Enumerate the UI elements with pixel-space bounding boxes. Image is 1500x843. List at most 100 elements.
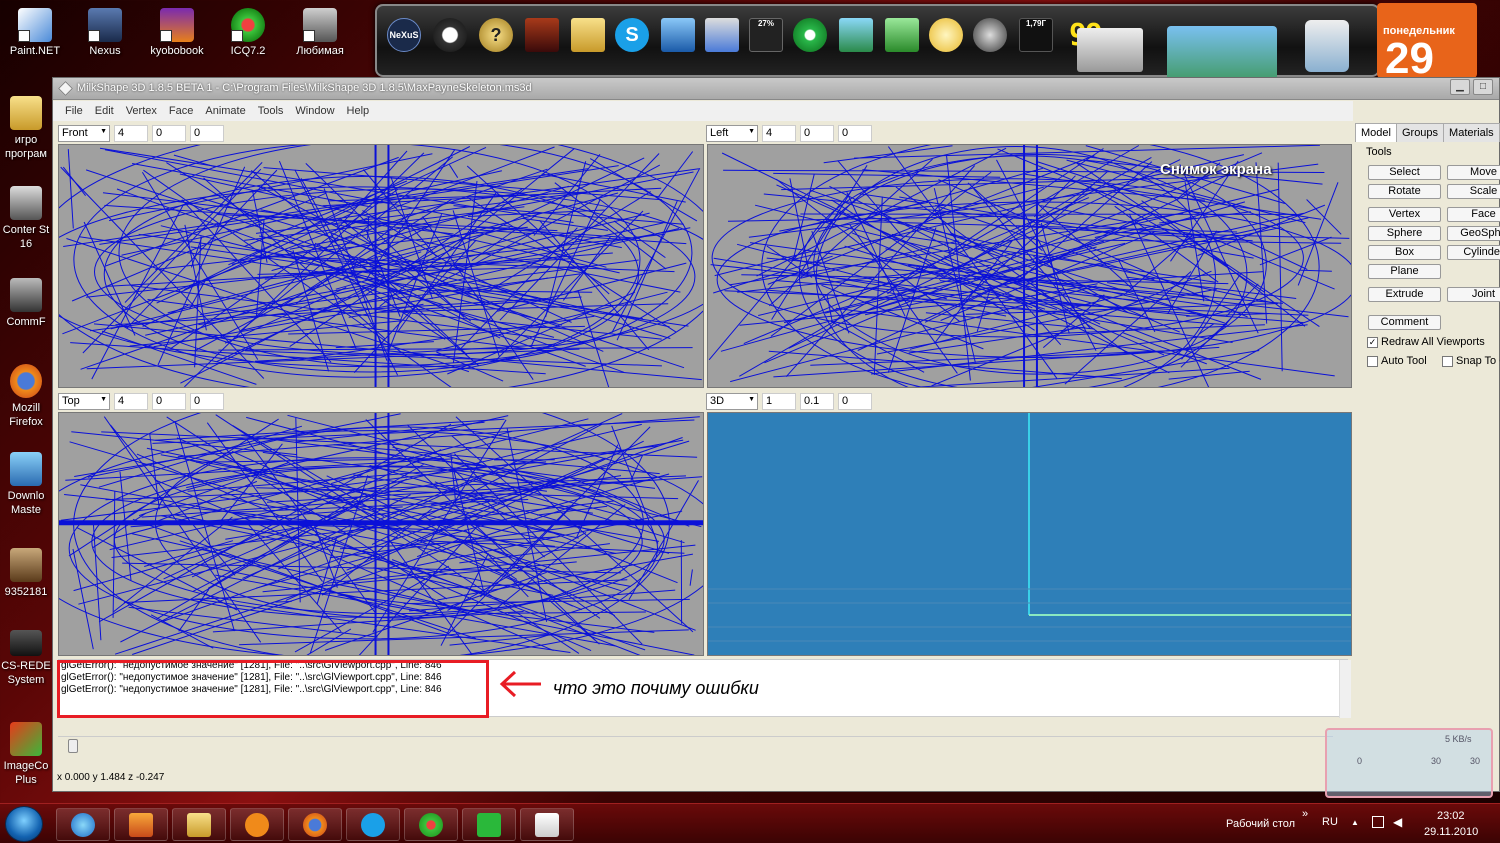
taskbar-ie[interactable] — [56, 808, 110, 841]
taskbar-mail-agent[interactable] — [230, 808, 284, 841]
front-field-2[interactable]: 0 — [152, 124, 186, 142]
menu-face[interactable]: Face — [163, 101, 199, 121]
redraw-all-checkbox[interactable]: ✓ Redraw All Viewports — [1367, 336, 1485, 348]
menu-tools[interactable]: Tools — [252, 101, 290, 121]
download-widget[interactable]: 5 KB/s 0 30 30 — [1325, 728, 1493, 798]
desktop-icon-photo[interactable]: Любимая — [285, 8, 355, 58]
clock-time[interactable]: 23:02 — [1437, 810, 1465, 822]
taskbar-explorer[interactable] — [172, 808, 226, 841]
desktop-icon-commf[interactable]: CommF — [0, 278, 52, 329]
taskbar-icq[interactable] — [404, 808, 458, 841]
3d-field-2[interactable]: 0.1 — [800, 392, 834, 410]
menu-window[interactable]: Window — [289, 101, 340, 121]
network-tray-icon[interactable] — [1372, 816, 1384, 828]
left-field-2[interactable]: 0 — [800, 124, 834, 142]
top-viewport[interactable] — [58, 412, 704, 656]
menu-file[interactable]: File — [59, 101, 89, 121]
timeline-slider-thumb[interactable] — [68, 739, 78, 753]
left-field-3[interactable]: 0 — [838, 124, 872, 142]
money-icon[interactable] — [885, 18, 919, 52]
taskbar-utorrent[interactable] — [462, 808, 516, 841]
top-field-3[interactable]: 0 — [190, 392, 224, 410]
comment-button[interactable]: Comment — [1368, 315, 1441, 330]
top-view-select[interactable]: Top — [58, 392, 110, 410]
3d-field-1[interactable]: 1 — [762, 392, 796, 410]
tab-materials[interactable]: Materials — [1443, 123, 1500, 142]
left-field-1[interactable]: 4 — [762, 124, 796, 142]
toolbar-more-chevron[interactable]: » — [1302, 808, 1308, 820]
minimize-button[interactable]: ▁ — [1450, 79, 1470, 95]
snap-to-grid-checkbox[interactable]: Snap To G — [1442, 355, 1500, 367]
menu-help[interactable]: Help — [341, 101, 376, 121]
front-view-select[interactable]: Front — [58, 124, 110, 142]
3d-view-select[interactable]: 3D — [706, 392, 758, 410]
desktop-icon-imagecomposer[interactable]: ImageCo Plus — [0, 722, 52, 787]
3d-field-3[interactable]: 0 — [838, 392, 872, 410]
log-scrollbar[interactable] — [1339, 660, 1351, 718]
3d-viewport[interactable] — [707, 412, 1352, 656]
ccleaner-icon[interactable] — [793, 18, 827, 52]
clock-date[interactable]: 29.11.2010 — [1424, 826, 1478, 838]
folder-dock-icon[interactable] — [571, 18, 605, 52]
front-field-3[interactable]: 0 — [190, 124, 224, 142]
title-bar[interactable]: MilkShape 3D 1.8.5 BETA 1 - C:\Program F… — [53, 78, 1499, 100]
network-icon[interactable] — [705, 18, 739, 52]
joint-button[interactable]: Joint — [1447, 287, 1500, 302]
nexus-dock-icon[interactable]: NeXuS — [387, 18, 421, 52]
desktop-icon-download-master[interactable]: Downlo Maste — [0, 452, 52, 517]
menu-vertex[interactable]: Vertex — [120, 101, 163, 121]
tab-model[interactable]: Model — [1355, 123, 1397, 142]
left-view-select[interactable]: Left — [706, 124, 758, 142]
desktop-toolbar-label[interactable]: Рабочий стол — [1226, 818, 1295, 830]
desktop-icon-cs-redem[interactable]: CS-REDE System — [0, 630, 52, 687]
menu-animate[interactable]: Animate — [199, 101, 251, 121]
volume-tray-icon[interactable]: ◀ — [1393, 815, 1402, 829]
front-field-1[interactable]: 4 — [114, 124, 148, 142]
top-field-2[interactable]: 0 — [152, 392, 186, 410]
extrude-button[interactable]: Extrude — [1368, 287, 1441, 302]
rotate-button[interactable]: Rotate — [1368, 184, 1441, 199]
geosphere-button[interactable]: GeoSphe — [1447, 226, 1500, 241]
plane-button[interactable]: Plane — [1368, 264, 1441, 279]
animation-timeline[interactable] — [58, 736, 1333, 758]
language-indicator[interactable]: RU — [1322, 816, 1338, 828]
monitor-icon[interactable] — [661, 18, 695, 52]
clock-icon[interactable] — [433, 18, 467, 52]
top-field-1[interactable]: 4 — [114, 392, 148, 410]
start-button[interactable] — [5, 806, 43, 842]
desktop-icon-kyobobook[interactable]: kyobobook — [142, 8, 212, 58]
help-icon[interactable]: ? — [479, 18, 513, 52]
menu-edit[interactable]: Edit — [89, 101, 120, 121]
taskbar-media-player[interactable] — [114, 808, 168, 841]
cylinder-button[interactable]: Cylinder — [1447, 245, 1500, 260]
globe-icon[interactable] — [973, 18, 1007, 52]
maximize-button[interactable]: □ — [1473, 79, 1493, 95]
move-button[interactable]: Move — [1447, 165, 1500, 180]
desktop-icon-counter-strike[interactable]: Conter St 16 — [0, 186, 52, 251]
desktop-icon-games[interactable]: игро програм — [0, 96, 52, 161]
front-viewport[interactable] — [58, 144, 704, 388]
select-button[interactable]: Select — [1368, 165, 1441, 180]
left-viewport[interactable]: Снимок экрана — [707, 144, 1352, 388]
cpu-meter-icon[interactable]: 27% — [749, 18, 783, 52]
skype-icon[interactable]: S — [615, 18, 649, 52]
taskbar-firefox[interactable] — [288, 808, 342, 841]
desktop-icon-nexus[interactable]: Nexus — [70, 8, 140, 58]
face-button[interactable]: Face — [1447, 207, 1500, 222]
sphere-button[interactable]: Sphere — [1368, 226, 1441, 241]
desktop-icon-paintnet[interactable]: Paint.NET — [0, 8, 70, 58]
vertex-button[interactable]: Vertex — [1368, 207, 1441, 222]
media-icon[interactable] — [525, 18, 559, 52]
desktop-icon-icq[interactable]: ICQ7.2 — [213, 8, 283, 58]
transfer-icon[interactable] — [839, 18, 873, 52]
scale-button[interactable]: Scale — [1447, 184, 1500, 199]
display-icon[interactable] — [1077, 28, 1143, 72]
tray-expand-icon[interactable]: ▲ — [1351, 818, 1359, 827]
auto-tool-checkbox[interactable]: Auto Tool — [1367, 355, 1427, 367]
desktop-icon-image-file[interactable]: 9352181 — [0, 548, 52, 599]
net-graph-icon[interactable]: 1,79Г — [1019, 18, 1053, 52]
tab-groups[interactable]: Groups — [1395, 123, 1445, 142]
desktop-icon-firefox[interactable]: Mozill Firefox — [0, 364, 52, 429]
taskbar-skype[interactable] — [346, 808, 400, 841]
recycle-bin-icon[interactable] — [1305, 20, 1349, 72]
